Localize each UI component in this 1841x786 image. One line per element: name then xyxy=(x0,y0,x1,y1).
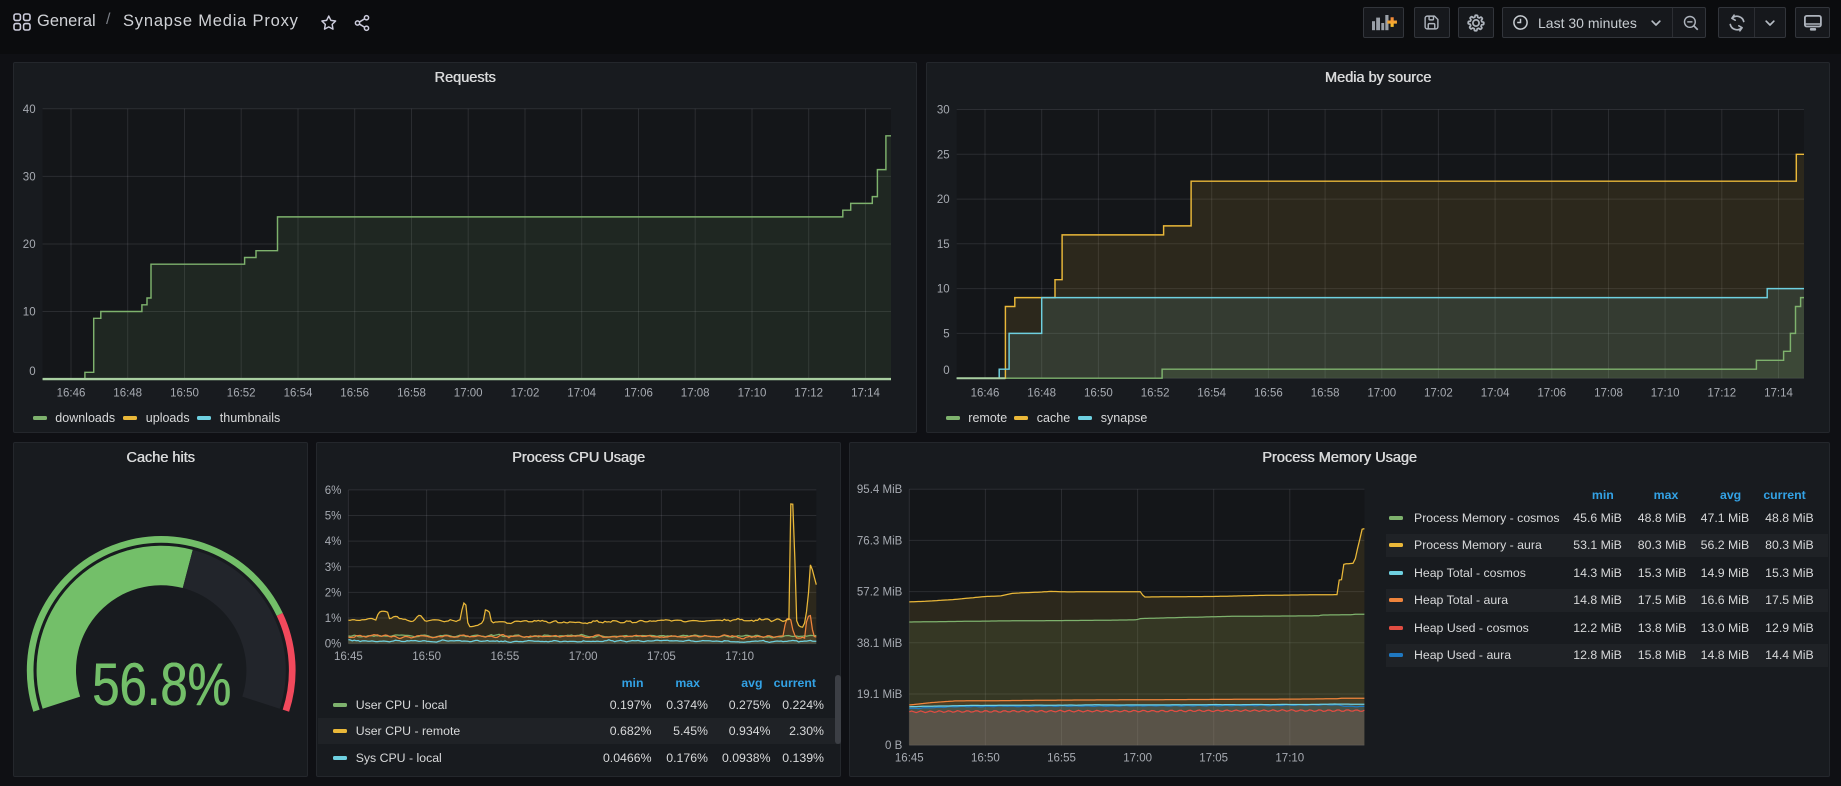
svg-text:16:50: 16:50 xyxy=(412,651,441,663)
svg-text:38.1 MiB: 38.1 MiB xyxy=(857,638,903,650)
svg-text:16:48: 16:48 xyxy=(113,388,142,400)
svg-text:16:52: 16:52 xyxy=(1141,388,1170,400)
svg-text:17:00: 17:00 xyxy=(1367,388,1396,400)
svg-text:16:58: 16:58 xyxy=(1311,388,1340,400)
svg-text:16:54: 16:54 xyxy=(1197,388,1226,400)
svg-text:17:06: 17:06 xyxy=(1537,388,1566,400)
svg-text:17:04: 17:04 xyxy=(1481,388,1510,400)
svg-text:17:05: 17:05 xyxy=(1199,753,1228,765)
svg-text:17:10: 17:10 xyxy=(725,651,754,663)
svg-text:76.3 MiB: 76.3 MiB xyxy=(857,535,903,547)
svg-text:10: 10 xyxy=(937,284,950,296)
svg-text:16:45: 16:45 xyxy=(895,753,924,765)
svg-text:5%: 5% xyxy=(325,511,342,523)
svg-text:17:12: 17:12 xyxy=(794,388,823,400)
svg-text:4%: 4% xyxy=(325,536,342,548)
svg-text:17:04: 17:04 xyxy=(567,388,596,400)
svg-text:5: 5 xyxy=(943,328,949,340)
svg-text:40: 40 xyxy=(23,104,36,116)
svg-text:0 B: 0 B xyxy=(885,740,903,752)
svg-text:16:48: 16:48 xyxy=(1027,388,1056,400)
svg-text:17:14: 17:14 xyxy=(851,388,880,400)
svg-text:1%: 1% xyxy=(325,613,342,625)
svg-text:20: 20 xyxy=(23,239,36,251)
svg-text:16:58: 16:58 xyxy=(397,388,426,400)
svg-text:2%: 2% xyxy=(325,587,342,599)
svg-text:95.4 MiB: 95.4 MiB xyxy=(857,484,903,496)
svg-text:57.2 MiB: 57.2 MiB xyxy=(857,587,903,599)
svg-text:16:50: 16:50 xyxy=(1084,388,1113,400)
svg-text:16:56: 16:56 xyxy=(340,388,369,400)
svg-text:17:10: 17:10 xyxy=(1275,753,1304,765)
svg-text:17:00: 17:00 xyxy=(454,388,483,400)
svg-text:16:50: 16:50 xyxy=(971,753,1000,765)
svg-text:16:54: 16:54 xyxy=(284,388,313,400)
svg-text:0: 0 xyxy=(29,366,35,378)
svg-text:16:56: 16:56 xyxy=(1254,388,1283,400)
svg-text:17:05: 17:05 xyxy=(647,651,676,663)
svg-text:3%: 3% xyxy=(325,562,342,574)
svg-text:19.1 MiB: 19.1 MiB xyxy=(857,689,903,701)
svg-text:17:02: 17:02 xyxy=(1424,388,1453,400)
svg-text:10: 10 xyxy=(23,307,36,319)
svg-text:25: 25 xyxy=(937,149,950,161)
svg-text:16:52: 16:52 xyxy=(227,388,256,400)
svg-text:16:46: 16:46 xyxy=(57,388,86,400)
svg-text:30: 30 xyxy=(23,171,36,183)
svg-text:17:14: 17:14 xyxy=(1764,388,1793,400)
svg-text:16:55: 16:55 xyxy=(1047,753,1076,765)
svg-text:16:50: 16:50 xyxy=(170,388,199,400)
svg-text:16:46: 16:46 xyxy=(971,388,1000,400)
svg-text:16:45: 16:45 xyxy=(334,651,363,663)
svg-text:20: 20 xyxy=(937,194,950,206)
svg-text:16:55: 16:55 xyxy=(491,651,520,663)
svg-text:0: 0 xyxy=(943,365,949,377)
svg-text:15: 15 xyxy=(937,239,950,251)
svg-text:0%: 0% xyxy=(325,639,342,651)
svg-text:17:00: 17:00 xyxy=(1123,753,1152,765)
svg-text:17:10: 17:10 xyxy=(1651,388,1680,400)
svg-text:17:02: 17:02 xyxy=(511,388,540,400)
svg-text:17:00: 17:00 xyxy=(569,651,598,663)
svg-text:17:08: 17:08 xyxy=(681,388,710,400)
svg-text:6%: 6% xyxy=(325,485,342,497)
svg-text:17:08: 17:08 xyxy=(1594,388,1623,400)
svg-text:30: 30 xyxy=(937,105,950,117)
svg-text:17:10: 17:10 xyxy=(738,388,767,400)
svg-text:17:12: 17:12 xyxy=(1707,388,1736,400)
svg-text:17:06: 17:06 xyxy=(624,388,653,400)
